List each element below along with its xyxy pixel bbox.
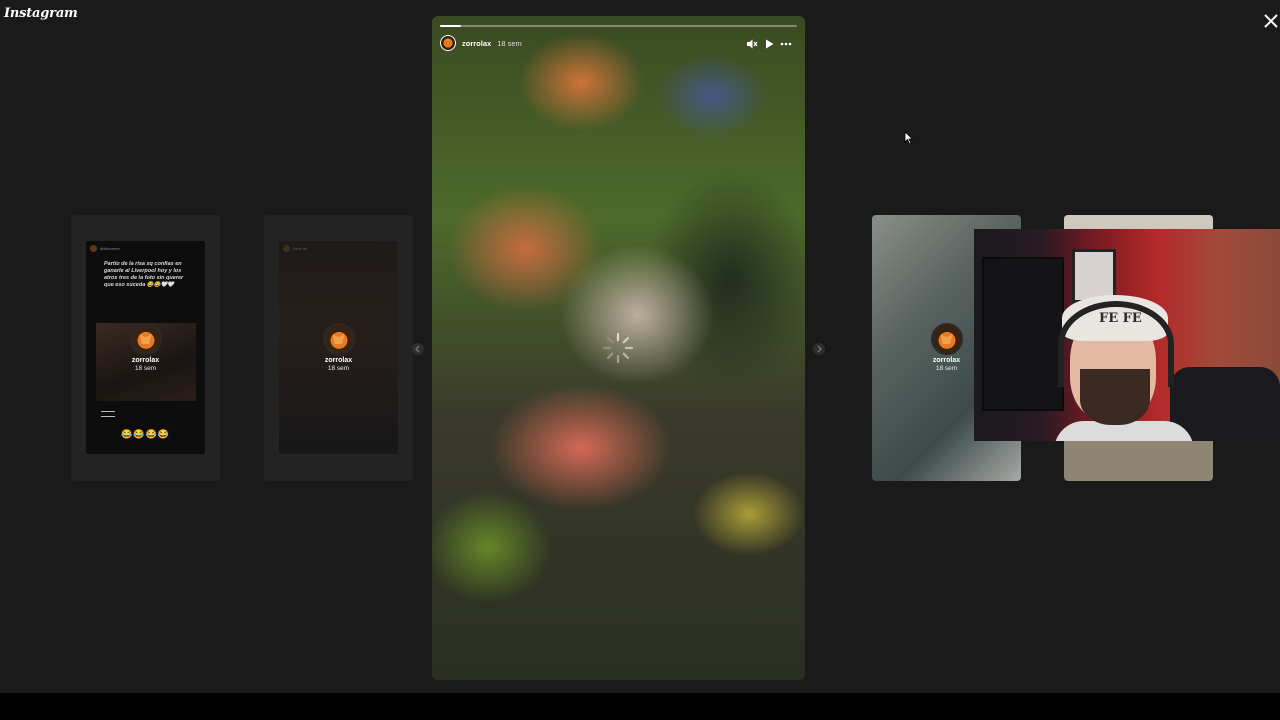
instagram-logo[interactable]: Instagram: [4, 6, 78, 21]
preview-emoji-line: 😂😂😂😂: [121, 429, 170, 439]
avatar: [322, 323, 355, 355]
next-story-arrow[interactable]: [813, 343, 825, 355]
close-icon[interactable]: [1262, 12, 1280, 30]
fox-icon: [139, 334, 152, 344]
preview-username-text: dave.ttn: [293, 246, 308, 251]
preview-name: zorrolax: [131, 357, 160, 364]
webcam-overlay: FE FE: [974, 229, 1280, 441]
preview-sticker: [101, 411, 115, 417]
avatar: [129, 323, 162, 355]
story-preview-left-2[interactable]: dave.ttn zorrolax 18 sem: [264, 215, 413, 481]
gaming-chair: [1170, 367, 1280, 441]
preview-name: zorrolax: [324, 357, 353, 364]
avatar: [930, 323, 963, 355]
preview-username: dave.ttn: [283, 245, 307, 252]
previous-story-arrow[interactable]: [412, 343, 424, 355]
bottom-bar: [0, 693, 1280, 720]
preview-overlay: zorrolax 18 sem: [264, 323, 413, 372]
mini-avatar: [283, 245, 290, 252]
preview-username-text: didiieeeerrr: [100, 246, 121, 251]
story-viewer[interactable]: zorrolax 18 sem: [432, 16, 805, 680]
play-icon[interactable]: [763, 37, 775, 49]
headset-icon: [1058, 301, 1174, 387]
fox-icon: [940, 334, 953, 344]
preview-time: 18 sem: [134, 365, 157, 372]
story-time: 18 sem: [497, 38, 522, 48]
preview-caption: Partio de la risa xq confias en ganarle …: [104, 261, 184, 288]
shelf: [982, 257, 1064, 411]
story-progress-fill: [440, 25, 462, 27]
mini-avatar: [90, 245, 97, 252]
story-preview-left-1[interactable]: didiieeeerrr Partio de la risa xq confia…: [71, 215, 220, 481]
preview-overlay: zorrolax 18 sem: [71, 323, 220, 372]
mouse-cursor-icon: [904, 131, 914, 145]
loading-spinner-icon: [600, 330, 636, 366]
preview-username: didiieeeerrr: [90, 245, 120, 252]
story-progress-bar: [440, 25, 797, 27]
story-avatar[interactable]: [440, 35, 456, 51]
more-options-icon[interactable]: [780, 37, 792, 49]
story-header: zorrolax 18 sem: [440, 35, 522, 51]
story-username[interactable]: zorrolax: [462, 39, 491, 48]
preview-time: 18 sem: [327, 365, 350, 372]
mute-icon[interactable]: [746, 37, 758, 49]
fox-icon: [332, 334, 345, 344]
